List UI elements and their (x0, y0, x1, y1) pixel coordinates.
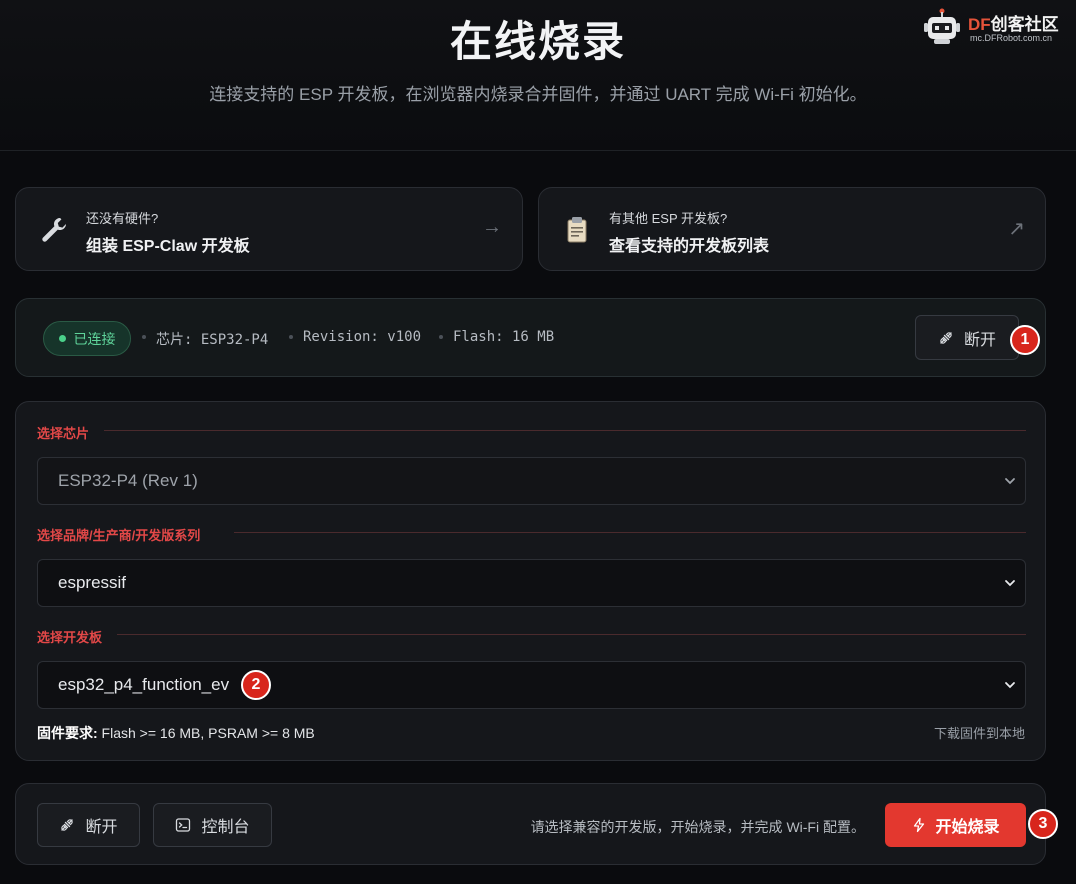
brand-section-label: 选择品牌/生产商/开发版系列 (37, 528, 201, 543)
disconnect-button[interactable]: 断开 (37, 803, 140, 847)
firmware-selection-panel: 选择芯片 ESP32-P4 (Rev 1) 选择品牌/生产商/开发版系列 esp… (15, 401, 1046, 761)
divider (117, 634, 1026, 635)
disconnect-label: 断开 (963, 331, 996, 349)
disconnect-label: 断开 (85, 819, 118, 836)
flash-hint: 请选择兼容的开发版，开始烧录，并完成 Wi-Fi 配置。 (530, 819, 865, 835)
robot-icon (924, 8, 960, 44)
status-dot-icon (58, 335, 66, 342)
requirement-value: Flash >= 16 MB, PSRAM >= 8 MB (97, 725, 315, 741)
lightning-icon (914, 817, 925, 833)
dfrobot-logo[interactable]: DF创客社区 mc.DFRobot.com.cn (924, 6, 1064, 46)
logo-brand: DF创客社区 (968, 15, 1059, 34)
divider (234, 532, 1026, 533)
connected-status-text: 已连接 (73, 330, 116, 347)
chevron-down-icon (1005, 682, 1015, 689)
separator-dot (439, 335, 443, 339)
unplug-icon (61, 819, 74, 831)
terminal-icon (176, 818, 191, 832)
step-marker-3: 3 (1028, 809, 1058, 839)
step-marker-1: 1 (1010, 325, 1040, 355)
wrench-icon (42, 217, 67, 242)
chip-info: 芯片: ESP32-P4 (156, 332, 269, 348)
flash-info: Flash: 16 MB (453, 329, 555, 345)
brand-select[interactable]: espressif (37, 559, 1026, 607)
requirement-label: 固件要求: (37, 725, 98, 741)
chip-select-value: ESP32-P4 (Rev 1) (58, 471, 198, 490)
chip-section-label: 选择芯片 (37, 426, 90, 441)
start-flash-button[interactable]: 开始烧录 (885, 803, 1026, 847)
revision-info: Revision: v100 (303, 329, 422, 345)
chevron-down-icon (1005, 580, 1015, 587)
separator-dot (142, 335, 146, 339)
connected-badge: 已连接 (43, 321, 131, 356)
connection-status-bar: 已连接 芯片: ESP32-P4 Revision: v100 Flash: 1… (15, 298, 1046, 377)
board-select-value: esp32_p4_function_ev (58, 675, 230, 694)
assemble-card-title: 组装 ESP-Claw 开发板 (86, 238, 250, 255)
chevron-down-icon (1005, 478, 1015, 485)
chip-select[interactable]: ESP32-P4 (Rev 1) (37, 457, 1026, 505)
unplug-icon (940, 331, 952, 344)
board-section-label: 选择开发板 (37, 630, 103, 645)
step-marker-2: 2 (241, 670, 271, 700)
arrow-right-icon: → (482, 216, 502, 238)
assemble-card-subtitle: 还没有硬件? (86, 211, 159, 226)
brand-select-value: espressif (58, 573, 127, 592)
page-title: 在线烧录 (449, 18, 626, 65)
console-button[interactable]: 控制台 (153, 803, 272, 847)
supported-boards-card[interactable]: 有其他 ESP 开发板? 查看支持的开发板列表 ↗ (538, 187, 1046, 271)
disconnect-button-top[interactable]: 断开 (915, 315, 1019, 360)
divider (104, 430, 1026, 431)
assemble-board-card[interactable]: 还没有硬件? 组装 ESP-Claw 开发板 → (15, 187, 523, 271)
supported-card-title: 查看支持的开发板列表 (609, 238, 770, 255)
arrow-up-right-icon: ↗ (1008, 218, 1025, 240)
separator-dot (289, 335, 293, 339)
action-bar: 断开 控制台 请选择兼容的开发版，开始烧录，并完成 Wi-Fi 配置。 开始烧录… (15, 783, 1058, 865)
supported-card-subtitle: 有其他 ESP 开发板? (609, 211, 728, 226)
logo-site: mc.DFRobot.com.cn (970, 33, 1053, 43)
firmware-requirement: 固件要求: Flash >= 16 MB, PSRAM >= 8 MB (37, 723, 315, 743)
board-select[interactable]: esp32_p4_function_ev (37, 661, 1026, 709)
clipboard-icon (567, 217, 587, 243)
page-subtitle: 连接支持的 ESP 开发板，在浏览器内烧录合并固件，并通过 UART 完成 Wi… (209, 85, 867, 104)
start-flash-label: 开始烧录 (935, 819, 1000, 836)
console-label: 控制台 (201, 819, 250, 836)
page-header: 在线烧录 连接支持的 ESP 开发板，在浏览器内烧录合并固件，并通过 UART … (0, 0, 1076, 151)
download-firmware-link[interactable]: 下载固件到本地 (934, 723, 1025, 742)
